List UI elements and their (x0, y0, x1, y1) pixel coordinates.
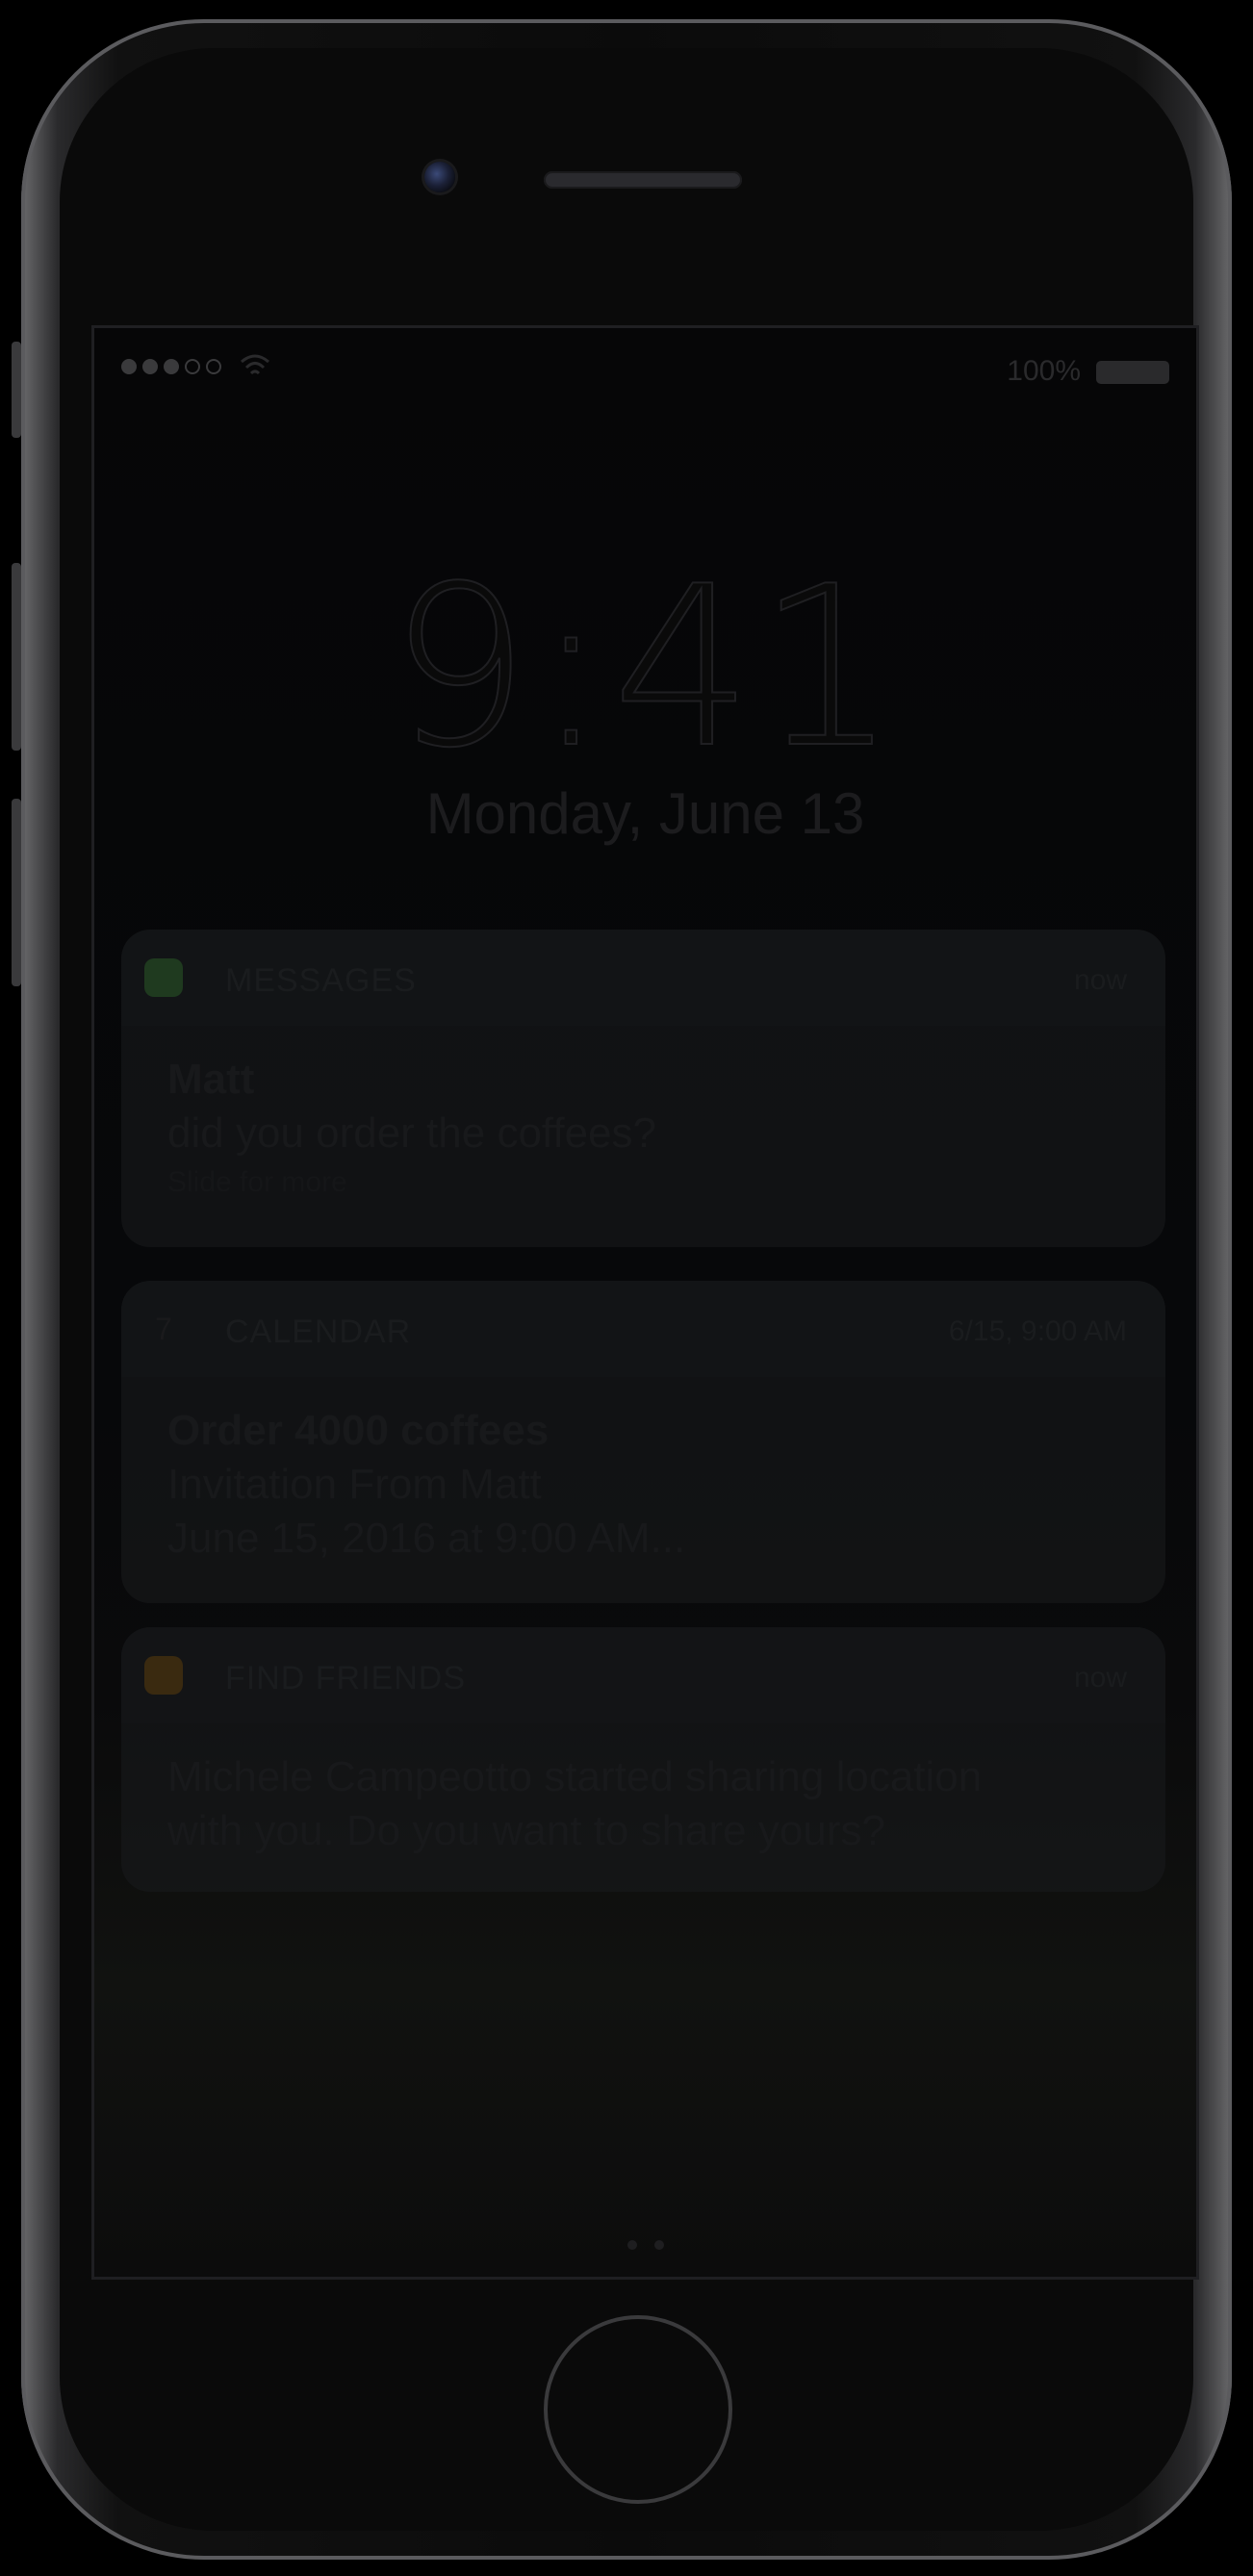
front-camera (424, 162, 455, 192)
notification-body: Matt did you order the coffees? Slide fo… (121, 1026, 1165, 1222)
notification-title: Order 4000 coffees (167, 1407, 550, 1454)
mute-switch (12, 342, 21, 438)
notification-body: Michele Campeotto started sharing locati… (121, 1723, 1165, 1881)
lock-screen-time: 9:41 (388, 539, 902, 798)
notification-time: 6/15, 9:00 AM (948, 1315, 1127, 1347)
volume-down-button (12, 799, 21, 986)
notification-hint: Slide for more (167, 1166, 347, 1198)
wifi-icon (241, 354, 269, 375)
notification-time: now (1073, 1662, 1127, 1694)
notification-messages[interactable]: MESSAGES now Matt did you order the coff… (121, 930, 1165, 1247)
notification-body: Order 4000 coffees Invitation From Matt … (121, 1377, 1165, 1589)
battery-percentage: 100% (1007, 355, 1081, 387)
signal-dots-icon (121, 359, 221, 374)
notification-detail: June 15, 2016 at 9:00 AM... (167, 1515, 686, 1562)
find-friends-icon (144, 1656, 183, 1695)
notification-header: FIND FRIENDS now (121, 1627, 1165, 1723)
notification-sender: Matt (167, 1056, 255, 1103)
notification-find-friends[interactable]: FIND FRIENDS now Michele Campeotto start… (121, 1627, 1165, 1892)
notification-header: 7 CALENDAR 6/15, 9:00 AM (121, 1281, 1165, 1377)
home-button[interactable] (544, 2315, 732, 2504)
notification-app-name: FIND FRIENDS (225, 1660, 466, 1696)
notification-app-name: MESSAGES (225, 962, 417, 999)
notification-time: now (1073, 964, 1127, 996)
volume-up-button (12, 563, 21, 751)
notification-message: did you order the coffees? (167, 1109, 656, 1157)
notification-calendar[interactable]: 7 CALENDAR 6/15, 9:00 AM Order 4000 coff… (121, 1281, 1165, 1603)
page-indicator (94, 2240, 1196, 2250)
lock-screen-date: Monday, June 13 (425, 781, 865, 846)
notification-subtitle: Invitation From Matt (167, 1461, 542, 1508)
battery-icon (1096, 361, 1169, 384)
notification-app-name: CALENDAR (225, 1314, 412, 1350)
calendar-icon: 7 (155, 1312, 172, 1346)
status-bar: 100% (94, 328, 1196, 415)
earpiece-speaker (544, 171, 742, 189)
notification-message: Michele Campeotto started sharing locati… (167, 1753, 983, 1800)
lock-screen: 100% 9:41 Monday, June 13 MESSAGES now M… (91, 325, 1199, 2280)
notification-header: MESSAGES now (121, 930, 1165, 1026)
notification-message-continued: with you. Do you want to share yours? (167, 1807, 885, 1854)
messages-icon (144, 958, 183, 997)
